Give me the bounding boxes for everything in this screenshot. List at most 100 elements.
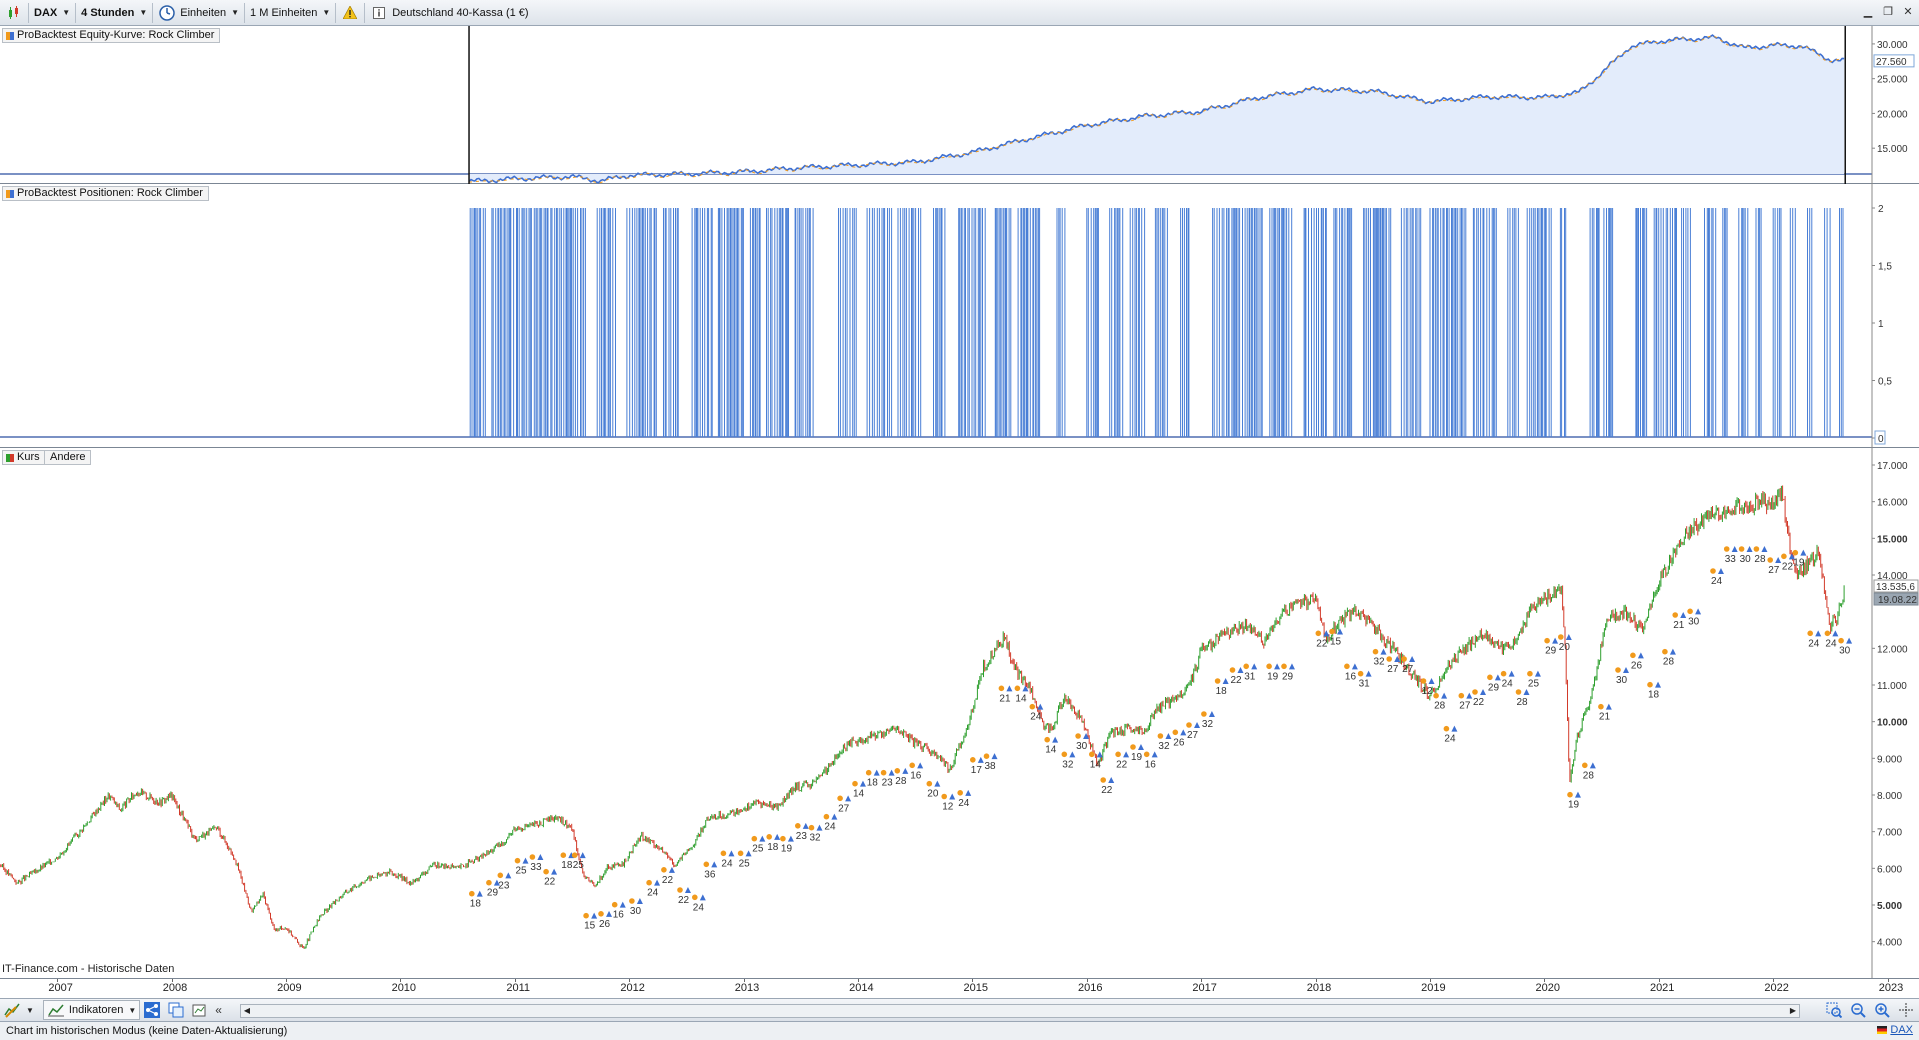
positions-panel[interactable]: 2 1,5 1 0,5 0 ProBacktest Positionen: Rock C…	[0, 184, 1919, 448]
trade-exit-marker[interactable]	[888, 769, 895, 776]
trade-exit-marker[interactable]	[745, 850, 752, 857]
trade-entry-marker[interactable]	[983, 753, 990, 759]
indicators-button[interactable]: Indikatoren ▼	[42, 1000, 141, 1020]
trade-exit-marker[interactable]	[1494, 674, 1501, 681]
trade-exit-marker[interactable]	[654, 879, 661, 886]
trade-exit-marker[interactable]	[1274, 663, 1281, 670]
trade-exit-marker[interactable]	[1006, 685, 1013, 692]
trade-exit-marker[interactable]	[579, 852, 586, 859]
trade-entry-marker[interactable]	[1243, 663, 1249, 670]
kurs-tag[interactable]: Kurs	[2, 450, 46, 465]
trade-exit-marker[interactable]	[728, 850, 735, 857]
trade-exit-marker[interactable]	[1466, 692, 1473, 699]
trade-exit-marker[interactable]	[1637, 652, 1644, 659]
symbol-dropdown[interactable]: DAX ▼	[29, 2, 77, 23]
trade-exit-marker[interactable]	[1680, 612, 1687, 618]
trade-entry-marker[interactable]	[611, 901, 618, 908]
scroll-left-icon[interactable]: ◀	[241, 1005, 253, 1017]
trade-entry-marker[interactable]	[837, 795, 843, 802]
trade-entry-marker[interactable]	[795, 823, 801, 829]
trade-exit-marker[interactable]	[636, 898, 643, 904]
trade-exit-marker[interactable]	[1337, 628, 1344, 635]
trade-entry-marker[interactable]	[1458, 692, 1465, 699]
trade-entry-marker[interactable]	[1738, 546, 1745, 552]
trade-entry-marker[interactable]	[1115, 751, 1121, 758]
trade-entry-marker[interactable]	[926, 780, 933, 787]
trade-exit-marker[interactable]	[1123, 751, 1130, 758]
trade-exit-marker[interactable]	[1237, 667, 1244, 673]
trade-exit-marker[interactable]	[711, 861, 718, 868]
zoom-in-icon[interactable]	[1873, 1001, 1891, 1019]
trade-exit-marker[interactable]	[1037, 703, 1044, 710]
trade-entry-marker[interactable]	[894, 768, 901, 774]
trade-entry-marker[interactable]	[751, 835, 758, 842]
trade-exit-marker[interactable]	[977, 756, 984, 763]
trade-entry-marker[interactable]	[780, 835, 786, 842]
trade-entry-marker[interactable]	[1089, 751, 1095, 758]
trade-entry-marker[interactable]	[865, 769, 872, 776]
trade-entry-marker[interactable]	[941, 793, 947, 800]
trade-entry-marker[interactable]	[720, 850, 727, 857]
trade-entry-marker[interactable]	[1630, 652, 1636, 659]
trade-entry-marker[interactable]	[1824, 630, 1831, 637]
trade-entry-marker[interactable]	[1433, 692, 1439, 699]
trade-exit-marker[interactable]	[873, 769, 880, 776]
trade-entry-marker[interactable]	[629, 898, 635, 904]
trade-entry-marker[interactable]	[560, 852, 567, 858]
andere-tag[interactable]: Andere	[44, 450, 92, 465]
warning-button[interactable]	[336, 2, 366, 23]
trade-exit-marker[interactable]	[949, 793, 956, 800]
time-axis[interactable]: 2007 2008 2009 2010 2011 2012 2013 2014 2015 2016…	[0, 978, 1919, 998]
trade-entry-marker[interactable]	[1229, 667, 1236, 673]
trade-exit-marker[interactable]	[505, 872, 512, 879]
trade-entry-marker[interactable]	[529, 854, 536, 860]
trade-entry-marker[interactable]	[1157, 733, 1164, 739]
trade-entry-marker[interactable]	[1710, 568, 1716, 574]
trade-exit-marker[interactable]	[1761, 546, 1768, 552]
trade-entry-marker[interactable]	[1344, 663, 1350, 670]
trade-exit-marker[interactable]	[1251, 663, 1258, 670]
trade-entry-marker[interactable]	[1100, 777, 1106, 783]
trade-exit-marker[interactable]	[902, 767, 909, 774]
crosshair-icon[interactable]	[1897, 1001, 1915, 1019]
trade-exit-marker[interactable]	[802, 822, 809, 829]
trade-entry-marker[interactable]	[1315, 630, 1322, 637]
trade-entry-marker[interactable]	[1372, 648, 1379, 655]
trade-exit-marker[interactable]	[1137, 744, 1144, 750]
trade-entry-marker[interactable]	[1386, 656, 1392, 662]
trade-entry-marker[interactable]	[1420, 678, 1427, 684]
trade-exit-marker[interactable]	[1351, 663, 1358, 670]
trade-exit-marker[interactable]	[845, 795, 852, 802]
trade-entry-marker[interactable]	[1544, 637, 1550, 644]
trade-entry-marker[interactable]	[1781, 553, 1787, 560]
trade-exit-marker[interactable]	[668, 866, 675, 873]
trade-exit-marker[interactable]	[1574, 791, 1581, 798]
equity-panel-title[interactable]: ProBacktest Equity-Kurve: Rock Climber	[2, 28, 221, 43]
trade-entry-marker[interactable]	[1662, 648, 1668, 655]
trade-exit-marker[interactable]	[551, 868, 558, 875]
trade-exit-marker[interactable]	[1815, 630, 1822, 637]
trade-entry-marker[interactable]	[1443, 725, 1450, 732]
trade-exit-marker[interactable]	[619, 901, 626, 908]
trade-entry-marker[interactable]	[661, 867, 667, 873]
trade-exit-marker[interactable]	[1655, 681, 1662, 688]
trade-exit-marker[interactable]	[1441, 692, 1448, 699]
trade-exit-marker[interactable]	[606, 910, 613, 917]
trade-entry-marker[interactable]	[543, 868, 549, 875]
trade-exit-marker[interactable]	[934, 780, 941, 787]
trade-entry-marker[interactable]	[852, 780, 858, 787]
trade-entry-marker[interactable]	[1266, 663, 1272, 670]
trade-entry-marker[interactable]	[766, 834, 772, 840]
trade-exit-marker[interactable]	[1365, 670, 1372, 677]
chart-type-button[interactable]	[0, 2, 29, 23]
trade-exit-marker[interactable]	[965, 789, 972, 796]
trade-entry-marker[interactable]	[677, 887, 683, 893]
zoom-out-icon[interactable]	[1849, 1001, 1867, 1019]
trade-entry-marker[interactable]	[598, 911, 604, 917]
trade-entry-marker[interactable]	[1214, 678, 1221, 684]
trade-exit-marker[interactable]	[859, 780, 866, 787]
trade-exit-marker[interactable]	[1288, 663, 1295, 670]
equity-panel[interactable]: 15.000 20.000 25.000 30.000 27.560 ProBackte…	[0, 26, 1919, 184]
trade-entry-marker[interactable]	[1014, 685, 1021, 692]
trade-exit-marker[interactable]	[1589, 762, 1596, 769]
